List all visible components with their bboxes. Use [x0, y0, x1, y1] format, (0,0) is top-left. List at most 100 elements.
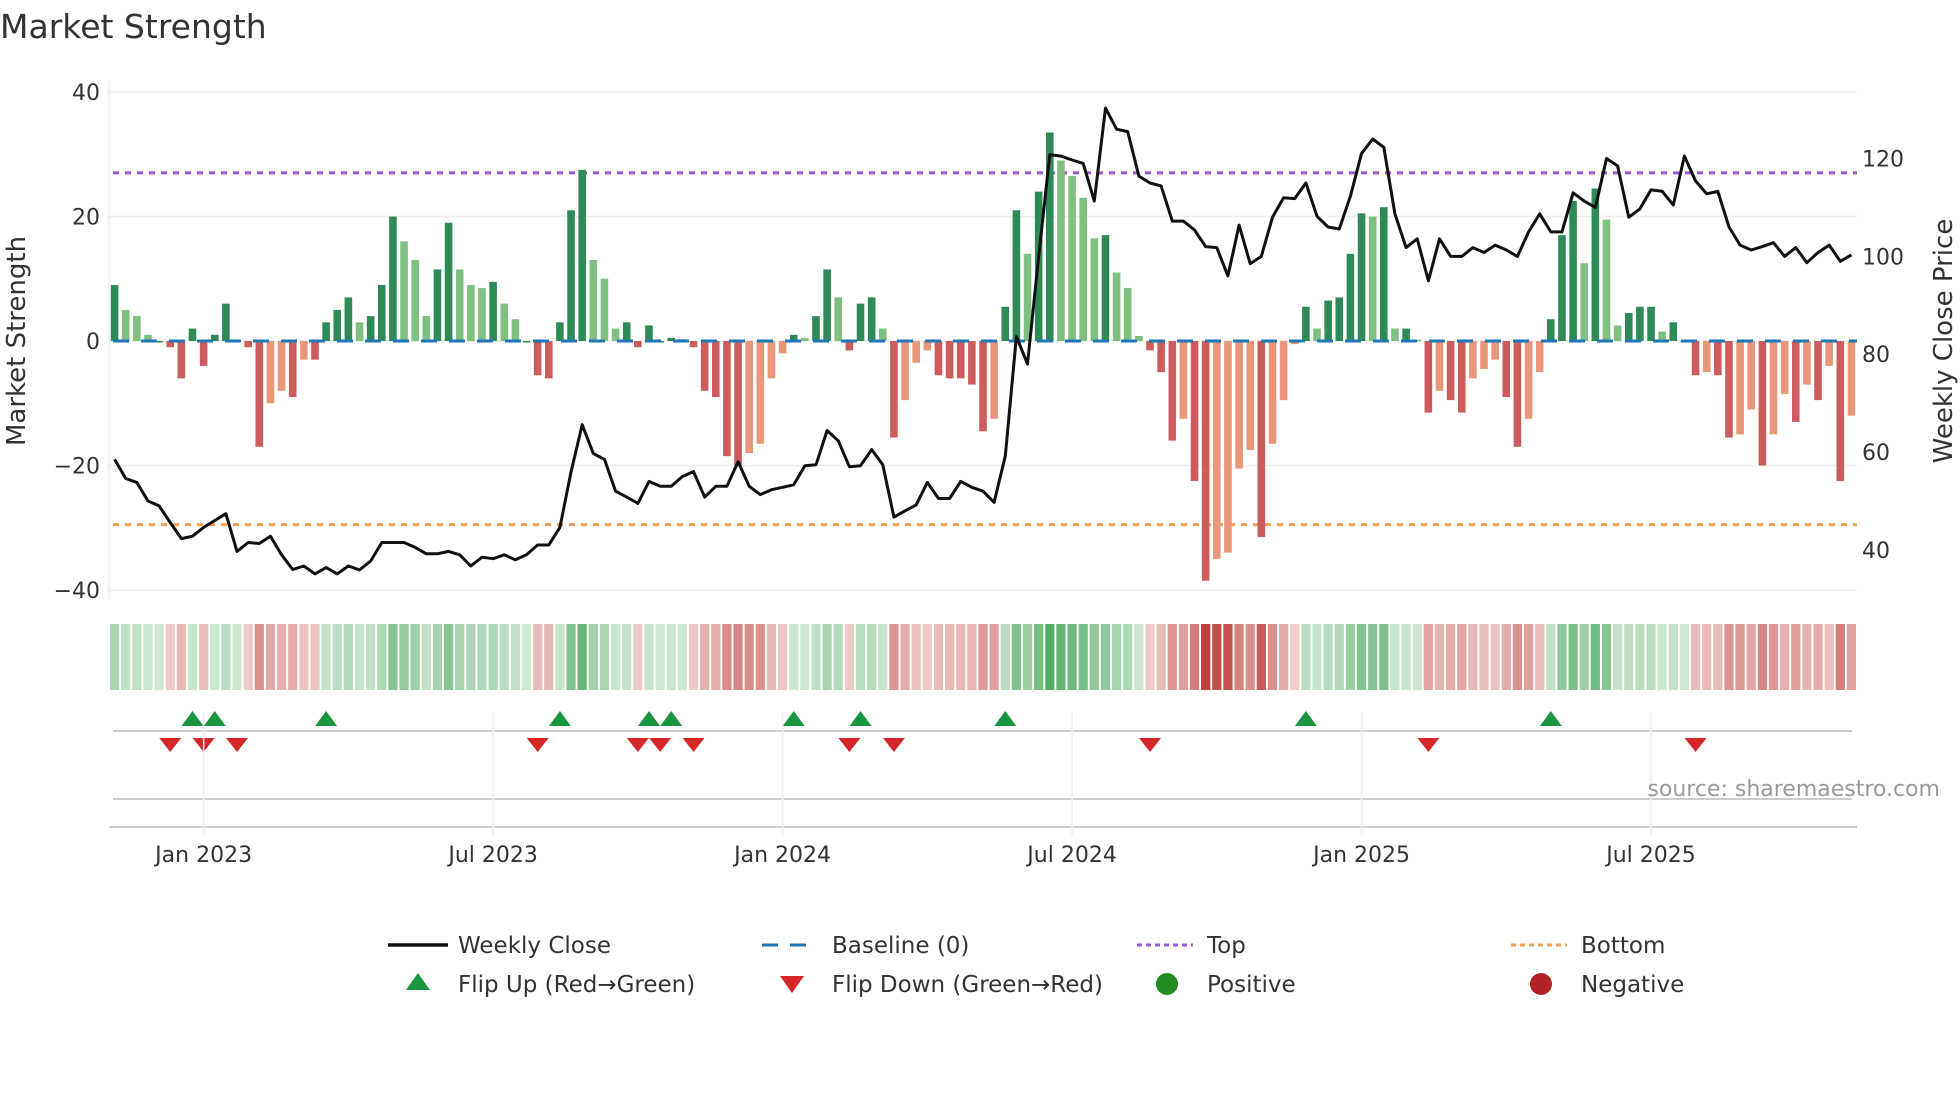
heat-cell — [510, 624, 520, 690]
heat-cell — [1156, 624, 1166, 690]
chart-title: Market Strength — [0, 7, 267, 46]
strength-bar — [1090, 238, 1099, 341]
strength-bar — [133, 316, 141, 341]
heat-cell — [1713, 624, 1723, 690]
strength-bar — [444, 222, 453, 341]
heat-cell — [900, 624, 910, 690]
strength-bar — [1524, 341, 1533, 419]
heat-cell — [1512, 624, 1523, 690]
y2-tick-label: 80 — [1862, 343, 1890, 368]
strength-bars — [110, 132, 1856, 581]
heat-cell — [499, 624, 509, 690]
strength-bar — [979, 341, 987, 432]
strength-bar — [489, 281, 497, 341]
heat-cell — [187, 624, 198, 690]
strength-bar — [1591, 188, 1600, 341]
heat-cell — [521, 624, 532, 690]
strength-bar — [622, 322, 631, 341]
strength-bar — [455, 269, 464, 341]
strength-bar — [389, 216, 397, 341]
strength-bar — [778, 341, 787, 354]
heat-cell — [1223, 624, 1233, 690]
heat-cell — [232, 624, 242, 690]
strength-bar — [1123, 288, 1132, 341]
strength-bar — [344, 297, 353, 341]
heat-cell — [1568, 624, 1578, 690]
strength-bar — [645, 325, 653, 341]
heat-cell — [109, 624, 120, 690]
strength-bar — [711, 341, 720, 398]
heat-cell — [844, 624, 854, 690]
strength-bar — [834, 297, 843, 341]
heat-cell — [265, 624, 276, 690]
legend-label: Positive — [1207, 972, 1296, 998]
strength-bar — [801, 337, 809, 341]
strength-bar — [366, 316, 375, 341]
heat-cell — [666, 624, 676, 690]
heat-cell — [466, 624, 476, 690]
heat-cell — [1089, 624, 1099, 690]
heat-cell — [421, 624, 431, 690]
strength-bar — [411, 260, 419, 341]
strength-bar — [511, 319, 520, 341]
heat-cell — [1579, 624, 1589, 690]
heat-cell — [644, 624, 654, 690]
heat-cell — [1178, 624, 1189, 690]
strength-bar — [177, 341, 186, 379]
strength-bar — [1424, 341, 1433, 413]
strength-bar — [199, 341, 208, 366]
strength-bar — [756, 341, 765, 444]
heat-cell — [176, 624, 186, 690]
strength-bar — [1491, 341, 1499, 360]
strength-bar — [288, 341, 297, 398]
strength-bar — [1780, 341, 1789, 394]
heat-cell — [1813, 624, 1823, 690]
strength-heat-strip — [109, 624, 1857, 690]
strength-bar — [255, 341, 264, 447]
heat-cell — [911, 624, 921, 690]
triangle-down-icon — [780, 976, 804, 993]
heat-cell — [800, 624, 810, 690]
flip-down-marker — [649, 738, 672, 752]
triangle-up-icon — [406, 973, 430, 990]
flip-down-marker — [159, 738, 182, 752]
strength-bar — [1446, 341, 1455, 401]
heat-cell — [1256, 624, 1266, 690]
strength-bar — [1702, 341, 1711, 373]
heat-cell — [1679, 624, 1690, 690]
flip-down-marker — [526, 738, 549, 752]
strength-bar — [1402, 328, 1410, 341]
flip-down-marker — [1417, 738, 1440, 752]
strength-bar — [700, 341, 709, 391]
strength-bar — [1736, 341, 1744, 435]
heat-cell — [989, 624, 999, 690]
heat-cell — [1757, 624, 1767, 690]
heat-cell — [377, 624, 387, 690]
strength-bar — [1613, 325, 1622, 341]
heat-cell — [1523, 624, 1534, 690]
heat-cell — [354, 624, 365, 690]
heat-cell — [1234, 624, 1244, 690]
legend-label: Weekly Close — [458, 933, 611, 959]
heat-cell — [633, 624, 643, 690]
strength-bar — [533, 341, 542, 376]
heat-cell — [1590, 624, 1600, 690]
heat-cell — [566, 624, 576, 690]
strength-bar — [400, 241, 408, 341]
heat-cell — [777, 624, 788, 690]
y2-axis-label: Weekly Close Price — [1929, 219, 1959, 464]
market-strength-chart: Market Strength 40 20 0 −20 −40 120 100 80 60 40… — [0, 7, 1959, 998]
heat-cell — [1000, 624, 1010, 690]
strength-bar — [1235, 341, 1243, 469]
legend-label: Bottom — [1581, 933, 1665, 959]
flip-up-marker — [181, 711, 204, 726]
heat-cell — [1635, 624, 1645, 690]
strength-bar — [1068, 176, 1076, 341]
heat-cell — [1546, 624, 1556, 690]
heat-cell — [1490, 624, 1500, 690]
strength-bar — [689, 341, 698, 348]
strength-bar — [1435, 341, 1444, 391]
strength-bar — [1001, 306, 1010, 341]
flip-up-marker — [782, 711, 805, 726]
heat-cell — [544, 624, 554, 690]
